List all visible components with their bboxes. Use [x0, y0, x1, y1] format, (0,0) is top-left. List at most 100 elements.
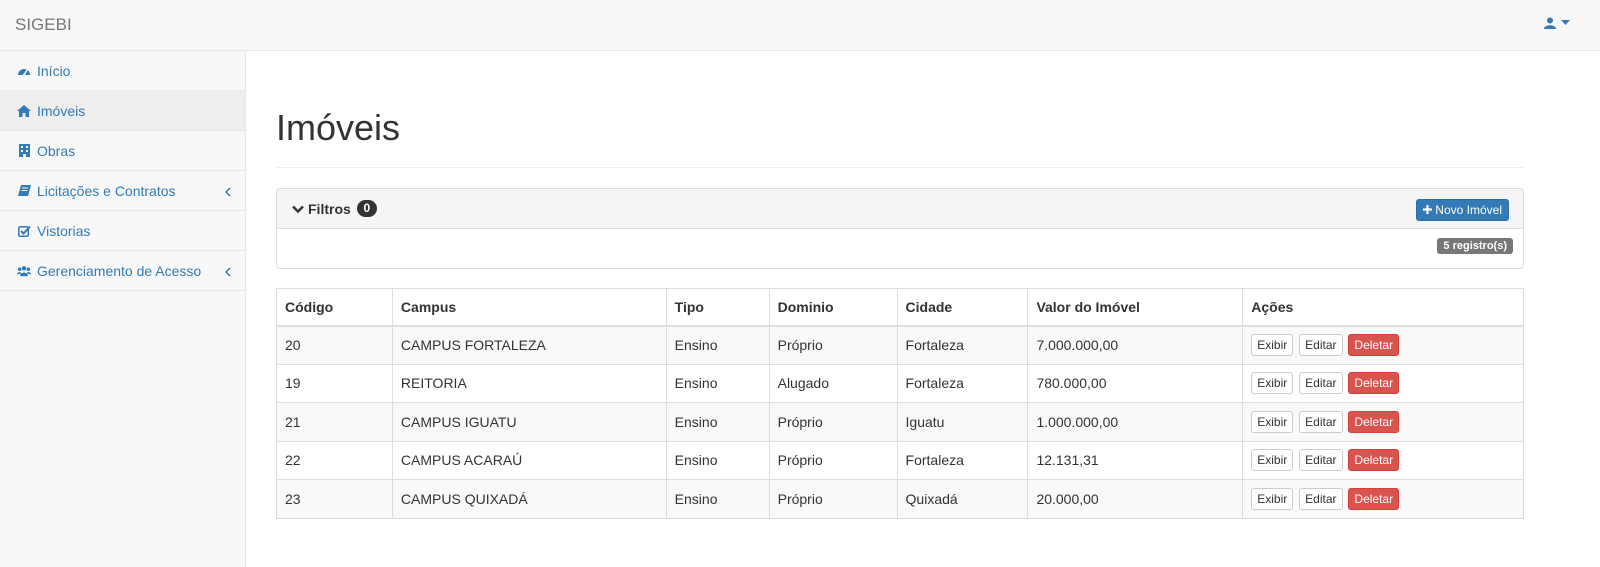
cell-actions: Exibir Editar Deletar — [1242, 363, 1524, 403]
sidebar-item-vistorias[interactable]: Vistorias — [0, 211, 245, 251]
cell-codigo: 22 — [276, 440, 393, 480]
delete-button[interactable]: Deletar — [1348, 334, 1400, 356]
cell-valor: 780.000,00 — [1027, 363, 1244, 403]
table-row: 19 REITORIA Ensino Alugado Fortaleza 780… — [276, 363, 1524, 403]
edit-button[interactable]: Editar — [1299, 487, 1343, 510]
column-header[interactable]: Campus — [391, 288, 667, 327]
imoveis-table: Código Campus Tipo Dominio Cidade Valor … — [276, 288, 1524, 519]
filters-panel: Filtros 0 Novo Imóvel 5 registro(s) — [276, 188, 1524, 269]
cell-campus: CAMPUS QUIXADÁ — [391, 479, 667, 519]
show-button[interactable]: Exibir — [1251, 487, 1294, 510]
book-icon — [17, 184, 31, 198]
chevron-left-icon — [224, 264, 231, 280]
show-button[interactable]: Exibir — [1251, 334, 1294, 356]
filters-toggle[interactable]: Filtros 0 — [292, 200, 377, 217]
cell-valor: 7.000.000,00 — [1027, 325, 1244, 365]
delete-button[interactable]: Deletar — [1348, 487, 1400, 510]
sidebar-item-label: Início — [37, 62, 71, 79]
delete-button[interactable]: Deletar — [1348, 372, 1400, 395]
cell-actions: Exibir Editar Deletar — [1242, 479, 1524, 519]
cell-tipo: Ensino — [665, 402, 770, 442]
new-imovel-button[interactable]: Novo Imóvel — [1416, 199, 1509, 221]
column-header[interactable]: Dominio — [768, 288, 898, 327]
cell-campus: CAMPUS IGUATU — [391, 402, 667, 442]
column-header[interactable]: Cidade — [896, 288, 1029, 327]
cell-codigo: 20 — [276, 325, 393, 365]
chevron-down-icon — [292, 201, 304, 217]
building-icon — [17, 144, 31, 158]
show-button[interactable]: Exibir — [1251, 372, 1294, 395]
sidebar-item-label: Vistorias — [37, 222, 91, 239]
cell-dominio: Alugado — [768, 363, 898, 403]
edit-button[interactable]: Editar — [1299, 449, 1343, 472]
delete-button[interactable]: Deletar — [1348, 449, 1400, 472]
sidebar-item-inicio[interactable]: Início — [0, 51, 245, 91]
column-header[interactable]: Valor do Imóvel — [1027, 288, 1244, 327]
cell-tipo: Ensino — [665, 440, 770, 480]
cell-cidade: Fortaleza — [896, 440, 1029, 480]
cell-dominio: Próprio — [768, 325, 898, 365]
plus-icon — [1423, 203, 1433, 217]
cell-campus: CAMPUS FORTALEZA — [391, 325, 667, 365]
cell-actions: Exibir Editar Deletar — [1242, 325, 1524, 365]
users-icon — [17, 264, 31, 278]
sidebar: Início Imóveis Obras Licitações e Contra… — [0, 51, 246, 567]
show-button[interactable]: Exibir — [1251, 410, 1294, 433]
table-row: 22 CAMPUS ACARAÚ Ensino Próprio Fortalez… — [276, 440, 1524, 480]
home-icon — [17, 104, 31, 118]
cell-cidade: Iguatu — [896, 402, 1029, 442]
table-row: 21 CAMPUS IGUATU Ensino Próprio Iguatu 1… — [276, 402, 1524, 442]
sidebar-item-imoveis[interactable]: Imóveis — [0, 91, 245, 131]
delete-button[interactable]: Deletar — [1348, 410, 1400, 433]
sidebar-item-label: Licitações e Contratos — [37, 182, 176, 199]
cell-tipo: Ensino — [665, 363, 770, 403]
cell-dominio: Próprio — [768, 479, 898, 519]
cell-codigo: 19 — [276, 363, 393, 403]
cell-cidade: Fortaleza — [896, 363, 1029, 403]
filters-label: Filtros — [308, 200, 351, 217]
cell-tipo: Ensino — [665, 479, 770, 519]
chevron-left-icon — [224, 184, 231, 200]
table-row: 20 CAMPUS FORTALEZA Ensino Próprio Forta… — [276, 325, 1524, 365]
cell-actions: Exibir Editar Deletar — [1242, 402, 1524, 442]
user-icon — [1544, 17, 1556, 29]
sidebar-item-label: Imóveis — [37, 102, 86, 119]
cell-valor: 20.000,00 — [1027, 479, 1244, 519]
show-button[interactable]: Exibir — [1251, 449, 1294, 472]
cell-campus: CAMPUS ACARAÚ — [391, 440, 667, 480]
table-row: 23 CAMPUS QUIXADÁ Ensino Próprio Quixadá… — [276, 479, 1524, 519]
cell-cidade: Quixadá — [896, 479, 1029, 519]
cell-dominio: Próprio — [768, 402, 898, 442]
column-header[interactable]: Código — [276, 288, 393, 327]
cell-codigo: 23 — [276, 479, 393, 519]
cell-tipo: Ensino — [665, 325, 770, 365]
sidebar-item-obras[interactable]: Obras — [0, 131, 245, 171]
cell-dominio: Próprio — [768, 440, 898, 480]
column-header: Ações — [1242, 288, 1524, 327]
sidebar-item-licitacoes[interactable]: Licitações e Contratos — [0, 171, 245, 211]
filters-panel-header: Filtros 0 Novo Imóvel — [277, 189, 1523, 229]
page-title: Imóveis — [276, 107, 401, 148]
edit-button[interactable]: Editar — [1299, 372, 1343, 395]
new-imovel-label: Novo Imóvel — [1435, 203, 1502, 217]
caret-down-icon — [1561, 20, 1570, 26]
cell-campus: REITORIA — [391, 363, 667, 403]
cell-valor: 1.000.000,00 — [1027, 402, 1244, 442]
edit-button[interactable]: Editar — [1299, 334, 1343, 356]
top-navbar: SIGEBI — [0, 0, 1600, 51]
records-count-badge: 5 registro(s) — [1437, 238, 1513, 254]
cell-cidade: Fortaleza — [896, 325, 1029, 365]
cell-valor: 12.131,31 — [1027, 440, 1244, 480]
filters-count-badge: 0 — [356, 200, 377, 217]
column-header[interactable]: Tipo — [665, 288, 770, 327]
title-divider — [276, 167, 1524, 168]
cell-actions: Exibir Editar Deletar — [1242, 440, 1524, 480]
edit-button[interactable]: Editar — [1299, 410, 1343, 433]
sidebar-item-gerenciamento[interactable]: Gerenciamento de Acesso — [0, 251, 245, 291]
sidebar-item-label: Gerenciamento de Acesso — [37, 262, 202, 279]
check-square-icon — [17, 224, 31, 238]
brand-title[interactable]: SIGEBI — [15, 15, 72, 35]
sidebar-item-label: Obras — [37, 142, 76, 159]
dashboard-icon — [17, 64, 31, 78]
user-menu-toggle[interactable] — [1544, 17, 1570, 29]
